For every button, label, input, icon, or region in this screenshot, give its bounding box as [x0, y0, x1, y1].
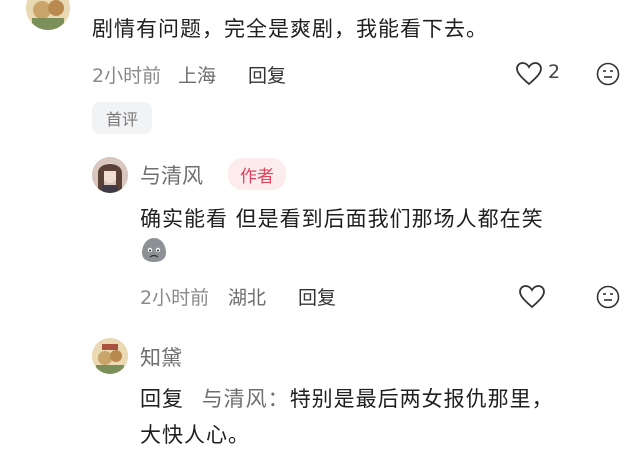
reply-button[interactable]: 回复 — [298, 283, 336, 310]
comment-location: 上海 — [178, 65, 217, 87]
comment-text: 特别是最后两女报仇那里， — [289, 387, 554, 411]
comment-text: 剧情有问题，完全是爽剧，我能看下去。 — [92, 17, 488, 41]
avatar[interactable] — [92, 338, 128, 374]
comment-text-continued: 大快人心。 — [140, 423, 250, 447]
reply-button[interactable]: 回复 — [248, 61, 286, 88]
username[interactable]: 知黛 — [140, 342, 182, 372]
crying-face-sticker-icon — [140, 236, 168, 264]
comment-location: 湖北 — [228, 287, 267, 309]
heart-icon[interactable] — [519, 285, 545, 313]
emoji-icon[interactable] — [596, 285, 620, 313]
username[interactable]: 与清风 — [140, 160, 203, 190]
reply-target-user[interactable]: 与清风： — [202, 387, 290, 411]
avatar[interactable] — [92, 157, 128, 193]
reply-prefix: 回复 — [140, 387, 184, 411]
comment-time: 2小时前 — [92, 65, 162, 87]
comment-text: 确实能看 但是看到后面我们那场人都在笑 — [140, 207, 544, 231]
first-comment-tag: 首评 — [92, 102, 152, 134]
emoji-icon[interactable] — [596, 62, 620, 90]
comment-time: 2小时前 — [140, 287, 210, 309]
avatar[interactable] — [26, 0, 70, 30]
like-count: 2 — [548, 61, 561, 83]
heart-icon[interactable] — [516, 62, 542, 90]
author-badge: 作者 — [228, 158, 286, 190]
